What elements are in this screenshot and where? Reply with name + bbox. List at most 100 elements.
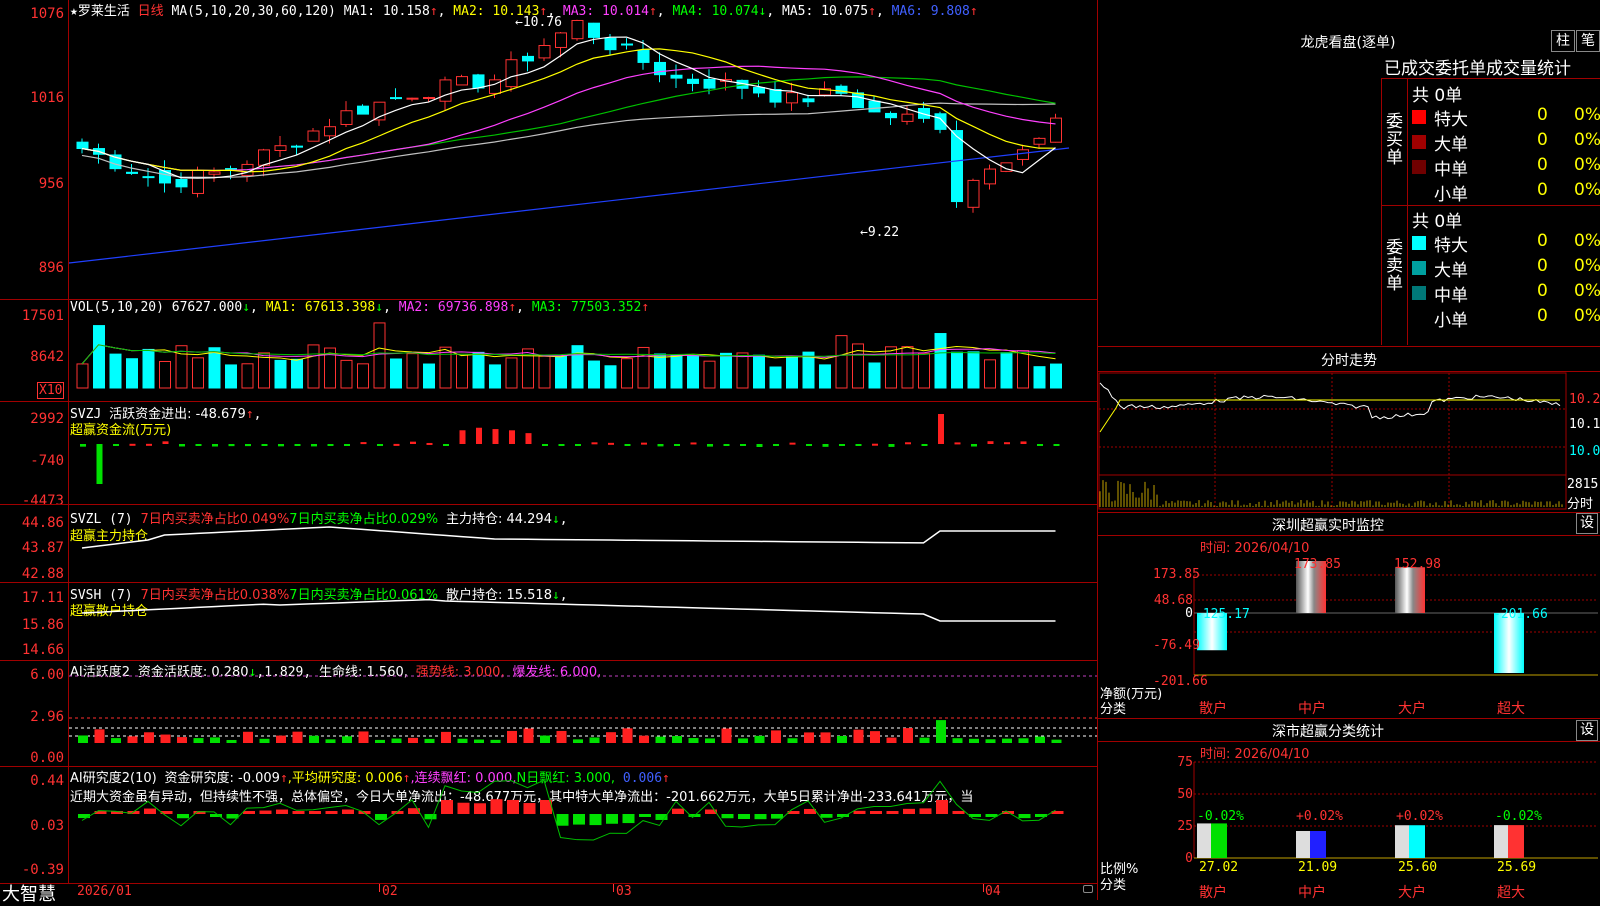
sz-bar-value: -201.66 — [1493, 607, 1548, 622]
ai1-bar — [1018, 738, 1029, 743]
svzl-chart[interactable] — [69, 505, 1097, 583]
ai1-bar — [160, 734, 171, 743]
x-axis — [0, 883, 1098, 901]
ma2-line — [81, 48, 1056, 173]
ai1-bar — [490, 739, 501, 743]
ai1-bar — [738, 738, 748, 743]
volume-bar — [835, 335, 848, 389]
fl-bar — [1296, 831, 1310, 858]
fs-axis-tick: 10.27 — [1569, 392, 1600, 407]
ai1-bar — [424, 738, 435, 743]
candle — [984, 168, 996, 185]
svzj-bar — [872, 443, 878, 446]
ai1-chart[interactable] — [69, 661, 1097, 767]
ai1-bar — [589, 737, 600, 743]
svzj-bar — [443, 444, 449, 446]
ai1-bar — [193, 738, 204, 743]
x-axis-tick — [983, 884, 984, 892]
svzj-bar — [1020, 441, 1027, 444]
svzj-bar — [377, 444, 383, 446]
ai1-bar — [259, 738, 270, 743]
ai2-bar — [853, 810, 866, 814]
right-panel: 龙虎看盘(逐单) 柱 笔 已成交委托单成交量统计 委买单 委卖单 共 0单 特大… — [1098, 0, 1600, 901]
x-axis-tick — [613, 884, 614, 892]
svzj-bar — [542, 444, 548, 446]
fl-change-label: +0.02% — [1296, 809, 1343, 824]
sz-cat: 分类 — [1100, 702, 1127, 717]
svzj-axis-tick: -4473 — [21, 493, 64, 509]
svzj-chart[interactable] — [69, 402, 1097, 504]
buy-row-label: 小单 — [1434, 185, 1468, 205]
svzj-bar — [311, 444, 317, 447]
candle — [472, 74, 485, 89]
sz-settings-button[interactable]: 设 — [1576, 513, 1598, 534]
volume-bar — [786, 355, 798, 389]
ai1-bar — [622, 728, 633, 743]
lhb-title: 龙虎看盘(逐单) — [1300, 35, 1396, 51]
sz-bar-value: 152.98 — [1394, 557, 1441, 572]
svzj-bar — [657, 444, 664, 447]
svzj-bar — [855, 444, 862, 446]
volume-chart[interactable] — [69, 300, 1097, 401]
x-axis-label: 03 — [616, 884, 632, 899]
ai1-bar — [507, 730, 517, 743]
sz-axis-tick: 173.85 — [1153, 567, 1200, 582]
sz-bar — [1494, 613, 1524, 673]
fl-change-label: +0.02% — [1396, 809, 1443, 824]
sell-row-count: 0 — [1537, 256, 1548, 276]
fl-bar-value: 21.09 — [1298, 860, 1338, 875]
lhb-tabs[interactable]: 已成交委托单成交量统计 — [1384, 54, 1600, 79]
ai2-bar — [903, 808, 915, 814]
svzj-bar — [971, 444, 977, 447]
ai2-bar — [342, 809, 354, 814]
svzj-bar — [509, 430, 515, 444]
ai1-bar — [292, 731, 303, 743]
candle — [571, 19, 584, 40]
volume-bar — [472, 351, 485, 389]
candle — [1033, 137, 1046, 145]
buy-row-pct: 0% — [1574, 180, 1600, 200]
candle — [621, 43, 633, 46]
volume-bar — [555, 355, 567, 389]
svzj-bar — [756, 444, 763, 447]
tick-mode-button[interactable]: 笔 — [1576, 30, 1600, 52]
volume-bar — [868, 362, 881, 389]
ai1-bar — [226, 739, 237, 743]
sz-bar-value: -125.17 — [1195, 607, 1250, 622]
volume-bar — [720, 352, 732, 389]
sz-bar — [1395, 567, 1425, 613]
svsh-axis-tick: 17.11 — [21, 590, 64, 606]
fl-settings-button[interactable]: 设 — [1576, 720, 1598, 741]
ai2-bar — [507, 799, 519, 814]
ai2-bar — [144, 808, 156, 814]
main-chart-area[interactable]: ★罗莱生活 日线 MA(5,10,20,30,60,120) MA1: 10.1… — [0, 0, 1098, 905]
vol-axis-tick: 8642 — [30, 349, 64, 365]
candle — [390, 97, 402, 100]
ai1-bar — [309, 735, 319, 743]
ai1-bar — [144, 732, 154, 743]
ai1-axis-tick: 2.96 — [30, 709, 64, 725]
sz-category-label: 散户 — [1199, 701, 1227, 717]
intraday-chart[interactable] — [1098, 372, 1600, 512]
price-chart[interactable]: ←10.76 ←9.22 — [69, 0, 1097, 300]
svsh-axis-tick: 15.86 — [21, 617, 64, 633]
candle — [555, 32, 567, 48]
candle — [423, 96, 435, 99]
buy-row-pct: 0% — [1574, 105, 1600, 125]
ai2-chart[interactable] — [69, 767, 1097, 883]
svsh-chart[interactable] — [69, 583, 1097, 660]
ai1-bar — [127, 736, 138, 743]
volume-bar — [1017, 350, 1029, 389]
buy-total: 共 0单 — [1412, 86, 1463, 106]
volume-bar — [340, 359, 353, 389]
volume-bar — [489, 364, 501, 389]
ai1-bar — [985, 739, 996, 743]
volume-bar — [918, 352, 930, 389]
lock-icon[interactable] — [1083, 885, 1093, 893]
sell-row-pct: 0% — [1574, 306, 1600, 326]
ai2-axis-tick: 0.03 — [30, 818, 64, 834]
bar-mode-button[interactable]: 柱 — [1551, 30, 1575, 52]
svzj-bar — [179, 444, 185, 447]
ma6-line — [69, 147, 1070, 264]
ai1-bar — [936, 720, 946, 743]
